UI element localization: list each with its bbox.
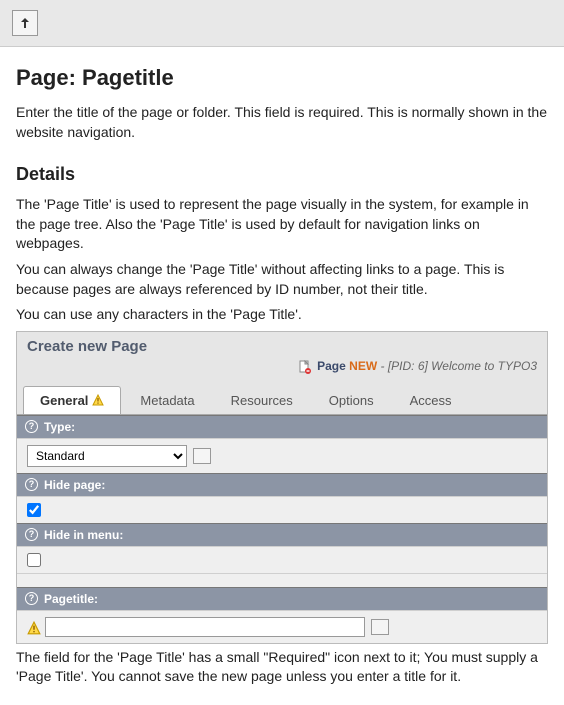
spacer (17, 573, 547, 587)
tab-label: Resources (231, 393, 293, 408)
details-p2: You can always change the 'Page Title' w… (16, 260, 548, 299)
breadcrumb-path: - [PID: 6] Welcome to TYPO3 (381, 359, 538, 373)
page-title: Page: Pagetitle (16, 65, 548, 91)
tab-label: Metadata (140, 393, 194, 408)
help-icon[interactable]: ? (25, 478, 38, 491)
field-label-hidemenu: ? Hide in menu: (17, 523, 547, 546)
breadcrumb-new: NEW (349, 359, 377, 373)
field-label-hidepage: ? Hide page: (17, 473, 547, 496)
pagetitle-input[interactable] (45, 617, 365, 637)
tab-label: General (40, 393, 88, 408)
help-icon[interactable]: ? (25, 592, 38, 605)
tab-access[interactable]: Access (393, 386, 469, 414)
label-text: Hide in menu: (44, 528, 123, 542)
form-icon[interactable] (371, 619, 389, 635)
warning-icon (92, 394, 104, 406)
field-row-pagetitle (17, 610, 547, 643)
page-icon (298, 360, 312, 374)
help-icon[interactable]: ? (25, 528, 38, 541)
form-icon[interactable] (193, 448, 211, 464)
details-p3: You can use any characters in the 'Page … (16, 305, 548, 325)
field-row-hidemenu (17, 546, 547, 573)
panel-title: Create new Page (27, 338, 147, 355)
up-arrow-icon (19, 17, 31, 29)
intro-text: Enter the title of the page or folder. T… (16, 103, 548, 142)
field-label-type: ? Type: (17, 415, 547, 438)
label-text: Hide page: (44, 478, 105, 492)
field-row-hidepage (17, 496, 547, 523)
tab-general[interactable]: General (23, 386, 121, 414)
help-icon[interactable]: ? (25, 420, 38, 433)
create-page-panel: Create new Page Page NEW - [PID: 6] Welc… (16, 331, 548, 644)
required-icon (27, 621, 39, 633)
tab-metadata[interactable]: Metadata (123, 386, 211, 414)
hide-menu-checkbox[interactable] (27, 553, 41, 567)
details-p1: The 'Page Title' is used to represent th… (16, 195, 548, 254)
label-text: Pagetitle: (44, 592, 98, 606)
after-text: The field for the 'Page Title' has a sma… (16, 648, 548, 687)
form-area: ? Type: Standard ? Hide page: ? Hide in … (17, 415, 547, 643)
hide-page-checkbox[interactable] (27, 503, 41, 517)
tabs: General Metadata Resources Options Acces… (17, 382, 547, 415)
label-text: Type: (44, 420, 75, 434)
page-content: Page: Pagetitle Enter the title of the p… (0, 47, 564, 705)
type-select[interactable]: Standard (27, 445, 187, 467)
field-row-type: Standard (17, 438, 547, 473)
tab-options[interactable]: Options (312, 386, 391, 414)
topbar (0, 0, 564, 47)
tab-label: Options (329, 393, 374, 408)
breadcrumb-page: Page (317, 359, 346, 373)
breadcrumb: Page NEW - [PID: 6] Welcome to TYPO3 (17, 357, 547, 382)
tab-resources[interactable]: Resources (214, 386, 310, 414)
field-label-pagetitle: ? Pagetitle: (17, 587, 547, 610)
panel-header: Create new Page (17, 332, 547, 357)
tab-label: Access (410, 393, 452, 408)
details-heading: Details (16, 164, 548, 185)
up-button[interactable] (12, 10, 38, 36)
